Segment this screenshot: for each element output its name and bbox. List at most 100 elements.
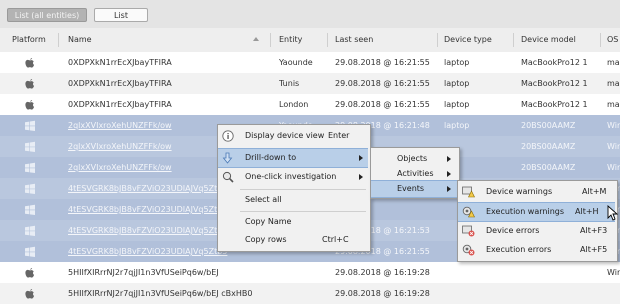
- submenu-arrow-icon: [359, 174, 363, 180]
- menu-item-shortcut: Alt+F3: [580, 226, 608, 235]
- menu-item-copy-name[interactable]: Copy Name: [218, 212, 368, 232]
- apple-icon: [24, 57, 36, 69]
- column-header-entity[interactable]: Entity: [279, 28, 302, 52]
- menu-item-label: Copy Name: [245, 217, 292, 226]
- cell-os: Wir: [607, 163, 620, 172]
- menu-item-label: Copy rows: [245, 235, 287, 244]
- menu-item-shortcut: Alt+H: [575, 207, 599, 216]
- menu-item-device-warnings[interactable]: Device warnings Alt+M: [458, 182, 615, 202]
- table-row[interactable]: 5HIIfXIRrrNJ2r7qjJI1n3VfUSeiPq6w/bEJ cBx…: [0, 283, 620, 304]
- apple-icon: [24, 288, 36, 300]
- cell-last-seen: 29.08.2018 @ 16:21:55: [335, 58, 430, 67]
- sort-ascending-icon[interactable]: [253, 37, 259, 41]
- apple-icon: [24, 78, 36, 90]
- apple-icon: [24, 99, 36, 111]
- menu-item-one-click-investigation[interactable]: One-click investigation: [218, 167, 368, 187]
- list-button[interactable]: List: [94, 8, 148, 22]
- cell-os: Wir: [607, 121, 620, 130]
- table-row[interactable]: 0XDPXkN1rrEcXJbayTFIRA London 29.08.2018 @…: [0, 94, 620, 115]
- device-warning-icon: [462, 186, 475, 198]
- windows-icon: [24, 183, 36, 195]
- column-header-name[interactable]: Name: [68, 28, 92, 52]
- cell-device-model: 20BS00AAMZ: [521, 163, 576, 172]
- table-row[interactable]: 0XDPXkN1rrEcXJbayTFIRA Yaounde 29.08.2018 …: [0, 52, 620, 73]
- cell-entity: London: [279, 100, 309, 109]
- cell-os: [607, 283, 620, 304]
- menu-item-label: Display device view: [245, 131, 325, 140]
- menu-item-execution-errors[interactable]: Execution errors Alt+F5: [458, 240, 615, 260]
- column-header-device-model[interactable]: Device model: [521, 28, 576, 52]
- cell-device-model: [521, 283, 598, 304]
- menu-item-shortcut: Enter: [328, 131, 350, 140]
- cell-device-type: laptop: [444, 58, 470, 67]
- menu-item-execution-warnings[interactable]: Execution warnings Alt+H: [458, 202, 615, 222]
- apple-icon: [24, 267, 36, 279]
- cell-entity: Tunis: [279, 79, 300, 88]
- cell-entity: [279, 262, 325, 283]
- cell-name: 5HIIfXIRrrNJ2r7qjJI1n3VfUSeiPq6w/bEJ: [68, 268, 219, 277]
- mouse-cursor-icon: [607, 204, 619, 221]
- drill-down-submenu: Objects Activities Events: [370, 147, 460, 199]
- windows-icon: [24, 204, 36, 216]
- cell-name: 0XDPXkN1rrEcXJbayTFIRA: [68, 58, 172, 67]
- cell-last-seen: 29.08.2018 @ 16:19:28: [335, 268, 430, 277]
- menu-item-label: Execution warnings: [486, 207, 565, 216]
- execution-error-icon: [462, 244, 475, 256]
- cell-entity: Yaounde: [279, 58, 313, 67]
- column-header-platform[interactable]: Platform: [12, 28, 46, 52]
- cell-device-model: 20BS00AAMZ: [521, 142, 576, 151]
- cell-os: ma: [607, 100, 620, 109]
- menu-item-select-all[interactable]: Select all: [218, 190, 368, 210]
- cell-device-type: [444, 262, 510, 283]
- magnifier-icon: [222, 171, 234, 183]
- cell-entity: [279, 283, 325, 304]
- menu-item-copy-rows[interactable]: Copy rows Ctrl+C: [218, 230, 368, 250]
- cell-device-type: [444, 283, 510, 304]
- menu-item-drill-down-to[interactable]: Drill-down to: [218, 148, 368, 168]
- column-divider[interactable]: [437, 33, 438, 47]
- menu-item-label: Select all: [245, 195, 282, 204]
- column-divider[interactable]: [327, 33, 328, 47]
- menu-item-display-device-view[interactable]: Display device view Enter: [218, 126, 368, 146]
- menu-item-label: Execution errors: [486, 245, 552, 254]
- cell-os: ma: [607, 79, 620, 88]
- table-row[interactable]: 5HIIfXIRrrNJ2r7qjJI1n3VfUSeiPq6w/bEJ 29.0…: [0, 262, 620, 283]
- cell-device-model: 20BS00AAMZ: [521, 121, 576, 130]
- table-header: Platform Name Entity Last seen Device ty…: [0, 28, 620, 53]
- list-all-entities-button[interactable]: List (all entities): [7, 8, 87, 22]
- column-divider[interactable]: [513, 33, 514, 47]
- menu-item-label: Drill-down to: [245, 153, 297, 162]
- cell-device-model: [521, 262, 598, 283]
- menu-item-shortcut: Alt+F5: [580, 245, 608, 254]
- info-icon: [222, 130, 234, 142]
- column-divider[interactable]: [270, 33, 271, 47]
- cell-device-model: MacBookPro12 1: [521, 100, 588, 109]
- menu-item-label: Device errors: [486, 226, 540, 235]
- windows-icon: [24, 225, 36, 237]
- column-header-os[interactable]: OS: [607, 28, 618, 52]
- menu-item-shortcut: Ctrl+C: [322, 235, 349, 244]
- column-header-last-seen[interactable]: Last seen: [335, 28, 373, 52]
- events-submenu: Device warnings Alt+M Execution warnings…: [457, 180, 618, 262]
- menu-item-events[interactable]: Events: [371, 180, 457, 198]
- cell-last-seen: 29.08.2018 @ 16:21:55: [335, 100, 430, 109]
- column-divider[interactable]: [600, 33, 601, 47]
- cell-device-model: MacBookPro12 1: [521, 79, 588, 88]
- menu-item-label: One-click investigation: [245, 172, 337, 181]
- submenu-arrow-icon: [447, 186, 451, 192]
- windows-icon: [24, 120, 36, 132]
- execution-warning-icon: [462, 206, 475, 218]
- cell-device-model: MacBookPro12 1: [521, 58, 588, 67]
- cell-device-type: laptop: [444, 79, 470, 88]
- windows-icon: [24, 246, 36, 258]
- column-divider[interactable]: [58, 33, 59, 47]
- cell-os: Wir: [607, 142, 620, 151]
- menu-item-device-errors[interactable]: Device errors Alt+F3: [458, 221, 615, 241]
- table-row[interactable]: 0XDPXkN1rrEcXJbayTFIRA Tunis 29.08.2018 @ …: [0, 73, 620, 94]
- cell-device-type: laptop: [444, 100, 470, 109]
- context-menu: Display device view Enter Drill-down to …: [217, 124, 371, 252]
- drill-icon: [222, 152, 234, 164]
- device-error-icon: [462, 225, 475, 237]
- column-header-device-type[interactable]: Device type: [444, 28, 492, 52]
- cell-name: 5HIIfXIRrrNJ2r7qjJI1n3VfUSeiPq6w/bEJ cBx…: [68, 289, 253, 298]
